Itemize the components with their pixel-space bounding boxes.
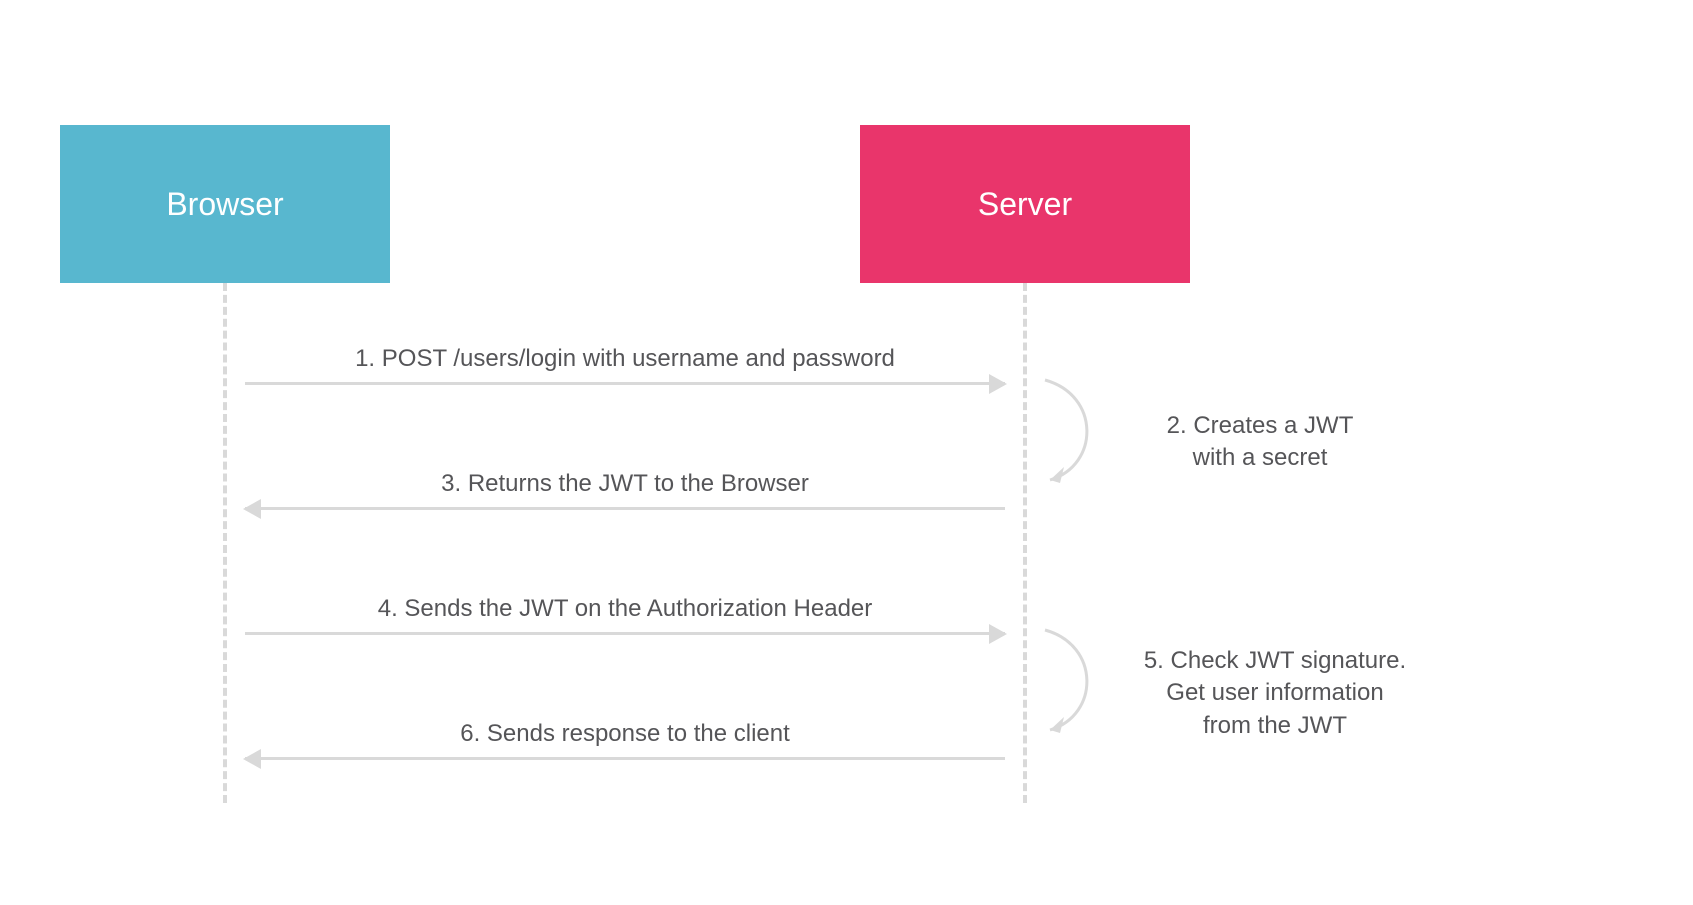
- arrowhead-right-icon: [989, 624, 1007, 644]
- node-browser: Browser: [60, 125, 390, 283]
- arrow-line: [245, 757, 1005, 760]
- arrowhead-right-icon: [989, 374, 1007, 394]
- lifeline-server: [1023, 283, 1027, 803]
- step-2-label-line2: with a secret: [1120, 442, 1400, 474]
- step-1-label: 1. POST /users/login with username and p…: [245, 345, 1005, 373]
- step-2-label-line1: 2. Creates a JWT: [1120, 410, 1400, 442]
- node-browser-label: Browser: [166, 186, 283, 223]
- lifeline-browser: [223, 283, 227, 803]
- step-6-arrow: 6. Sends response to the client: [245, 720, 1005, 760]
- arrow-line: [245, 507, 1005, 510]
- step-1-arrow: 1. POST /users/login with username and p…: [245, 345, 1005, 385]
- arrowhead-left-icon: [243, 499, 261, 519]
- step-4-arrow: 4. Sends the JWT on the Authorization He…: [245, 595, 1005, 635]
- node-server-label: Server: [978, 186, 1072, 223]
- arrow-line: [245, 632, 1005, 635]
- step-5-label-line3: from the JWT: [1095, 710, 1455, 742]
- step-2-label: 2. Creates a JWT with a secret: [1120, 410, 1400, 475]
- arrow-line: [245, 382, 1005, 385]
- curve-arrow-icon: [1040, 375, 1110, 485]
- sequence-diagram: Browser Server 1. POST /users/login with…: [60, 125, 1633, 805]
- step-3-arrow: 3. Returns the JWT to the Browser: [245, 470, 1005, 510]
- step-2-arc: [1040, 375, 1110, 485]
- arrowhead-left-icon: [243, 749, 261, 769]
- step-4-label: 4. Sends the JWT on the Authorization He…: [245, 595, 1005, 623]
- step-6-label: 6. Sends response to the client: [245, 720, 1005, 748]
- step-5-label-line1: 5. Check JWT signature.: [1095, 645, 1455, 677]
- step-5-label: 5. Check JWT signature. Get user informa…: [1095, 645, 1455, 742]
- step-3-label: 3. Returns the JWT to the Browser: [245, 470, 1005, 498]
- node-server: Server: [860, 125, 1190, 283]
- step-5-label-line2: Get user information: [1095, 677, 1455, 709]
